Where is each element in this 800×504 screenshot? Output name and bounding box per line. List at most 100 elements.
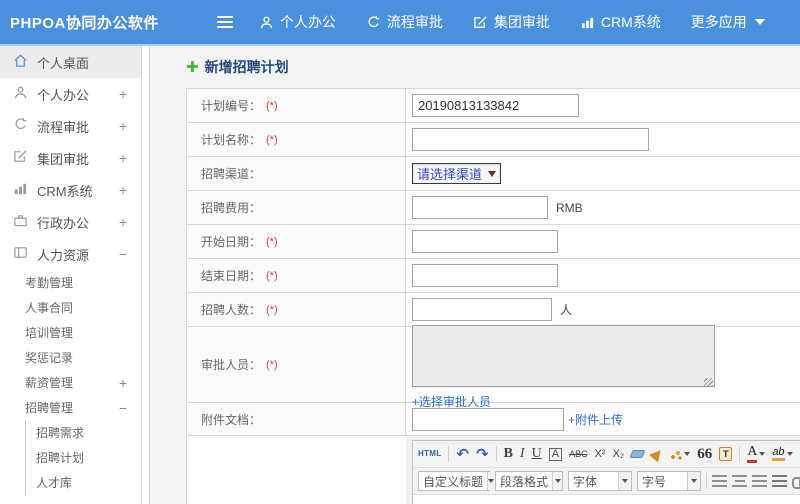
cost-input[interactable]	[412, 196, 548, 219]
expand-plus-icon[interactable]: +	[119, 118, 141, 134]
sidebar: 个人桌面 个人办公 + 流程审批 + 集团审批 + CRM系统 + 行政办公 +…	[0, 46, 141, 504]
sidebar-item-crm[interactable]: CRM系统 +	[0, 174, 141, 206]
sidebar-item-salary[interactable]: 薪资管理 +	[0, 370, 141, 395]
font-size-select[interactable]: 字号	[637, 471, 701, 491]
align-justify-icon[interactable]	[772, 474, 787, 488]
sidebar-item-recruit-mgmt[interactable]: 招聘管理 −	[0, 395, 141, 420]
required-mark: (*)	[266, 235, 278, 248]
strikethrough-button[interactable]: ABC	[569, 449, 588, 459]
expand-plus-icon[interactable]: +	[119, 214, 141, 230]
format-painter-button[interactable]	[670, 448, 691, 460]
recruit-plan-form: 计划编号： (*) 计划名称： (*) 招聘渠道： 请选择渠道	[186, 88, 800, 504]
form-row-end-date: 结束日期： (*)	[187, 259, 800, 293]
sidebar-item-personal-office[interactable]: 个人办公 +	[0, 78, 141, 110]
align-right-icon[interactable]	[752, 474, 767, 488]
sidebar-item-admin-office[interactable]: 行政办公 +	[0, 206, 141, 238]
select-caret-icon	[488, 170, 497, 177]
sidebar-splitter[interactable]	[141, 46, 150, 504]
topmenu-workflow-approval[interactable]: 流程审批	[366, 12, 443, 32]
end-date-input[interactable]	[412, 264, 558, 287]
sidebar-item-talent-pool[interactable]: 人才库	[26, 470, 141, 495]
expand-plus-icon[interactable]: +	[119, 375, 141, 391]
redo-button[interactable]: ↷	[476, 447, 489, 462]
topmenu-more-apps[interactable]: 更多应用	[691, 12, 765, 32]
link-icon[interactable]	[792, 476, 800, 489]
source-code-button[interactable]: HTML	[418, 450, 441, 458]
topmenu-group-approval[interactable]: 集团审批	[473, 12, 550, 32]
italic-button[interactable]: I	[520, 447, 525, 461]
form-row-headcount: 招聘人数： (*) 人	[187, 293, 800, 327]
edit-icon	[473, 15, 488, 30]
chevron-down-icon	[786, 452, 793, 456]
chevron-down-icon	[759, 452, 766, 456]
sidebar-item-attendance[interactable]: 考勤管理	[0, 270, 141, 295]
eraser-icon[interactable]	[629, 450, 646, 458]
superscript-button[interactable]: X²	[595, 448, 606, 460]
paste-text-icon[interactable]: T	[719, 447, 733, 461]
font-color-button[interactable]: A	[747, 445, 766, 463]
plan-name-input[interactable]	[412, 128, 649, 151]
bold-button[interactable]: B	[504, 447, 513, 461]
required-mark: (*)	[266, 269, 278, 282]
headcount-input[interactable]	[412, 298, 552, 321]
sidebar-item-hr[interactable]: 人力资源 −	[0, 238, 141, 270]
subscript-button[interactable]: X₂	[613, 448, 625, 460]
sidebar-item-recruit-plan[interactable]: 招聘计划	[26, 445, 141, 470]
top-navbar: PHPOA协同办公软件 个人办公 流程审批 集团审批 CRM系统 更多应用	[0, 0, 800, 46]
book-icon	[13, 245, 28, 263]
approvers-textarea[interactable]	[412, 324, 715, 387]
sidebar-item-training[interactable]: 培训管理	[0, 320, 141, 345]
plan-no-input[interactable]	[412, 94, 579, 117]
menu-toggle-icon[interactable]	[216, 16, 233, 28]
align-left-icon[interactable]	[712, 474, 727, 488]
sidebar-item-desktop[interactable]: 个人桌面	[0, 46, 141, 78]
custom-title-select[interactable]: 自定义标题	[418, 471, 495, 491]
chevron-down-icon	[684, 452, 691, 456]
process-refresh-icon	[13, 117, 28, 135]
form-row-plan-no: 计划编号： (*)	[187, 89, 800, 123]
editor-content-area[interactable]	[413, 495, 800, 504]
form-row-approvers: 审批人员： (*) +选择审批人员	[187, 324, 800, 409]
bar-chart-icon	[580, 15, 595, 30]
sidebar-item-rewards[interactable]: 奖惩记录	[0, 345, 141, 370]
topmenu-personal-office[interactable]: 个人办公	[259, 12, 336, 32]
undo-button[interactable]: ↶	[456, 447, 469, 462]
chevron-down-icon	[754, 19, 765, 25]
edit-icon	[13, 149, 28, 167]
form-row-attachment: 附件文档： +附件上传	[187, 403, 800, 436]
channel-select[interactable]: 请选择渠道	[412, 163, 502, 184]
currency-suffix: RMB	[556, 200, 583, 215]
collapse-minus-icon[interactable]: −	[119, 246, 141, 262]
person-icon	[259, 15, 274, 30]
sidebar-item-workflow-approval[interactable]: 流程审批 +	[0, 110, 141, 142]
format-clear-brush-icon[interactable]	[649, 445, 666, 463]
sidebar-item-hr-contract[interactable]: 人事合同	[0, 295, 141, 320]
topmenu-crm[interactable]: CRM系统	[580, 12, 661, 32]
required-mark: (*)	[266, 303, 278, 316]
sidebar-item-recruit-demand[interactable]: 招聘需求	[26, 420, 141, 445]
required-mark: (*)	[266, 358, 278, 371]
align-center-icon[interactable]	[732, 474, 747, 488]
start-date-input[interactable]	[412, 230, 558, 253]
person-icon	[13, 85, 28, 103]
briefcase-icon	[13, 213, 28, 231]
editor-toolbar-row2: 自定义标题 段落格式 字体 字号	[413, 468, 800, 495]
form-row-cost: 招聘费用： RMB	[187, 191, 800, 225]
attachment-upload-link[interactable]: +附件上传	[568, 411, 623, 428]
form-row-plan-name: 计划名称： (*)	[187, 123, 800, 157]
sidebar-item-group-approval[interactable]: 集团审批 +	[0, 142, 141, 174]
underline-button[interactable]: U	[532, 447, 542, 461]
autotypeset-button[interactable]: A	[548, 447, 563, 461]
chevron-down-icon	[622, 479, 628, 483]
expand-plus-icon[interactable]: +	[119, 150, 141, 166]
expand-plus-icon[interactable]: +	[119, 86, 141, 102]
format-painter-icon	[670, 448, 683, 460]
collapse-minus-icon[interactable]: −	[119, 400, 141, 416]
blockquote-button[interactable]: 66	[697, 446, 712, 462]
attachment-input[interactable]	[412, 407, 564, 431]
expand-plus-icon[interactable]: +	[119, 182, 141, 198]
font-family-select[interactable]: 字体	[568, 471, 632, 491]
unit-suffix: 人	[560, 303, 573, 317]
paragraph-format-select[interactable]: 段落格式	[495, 471, 563, 491]
highlight-color-button[interactable]: ab	[772, 447, 793, 461]
